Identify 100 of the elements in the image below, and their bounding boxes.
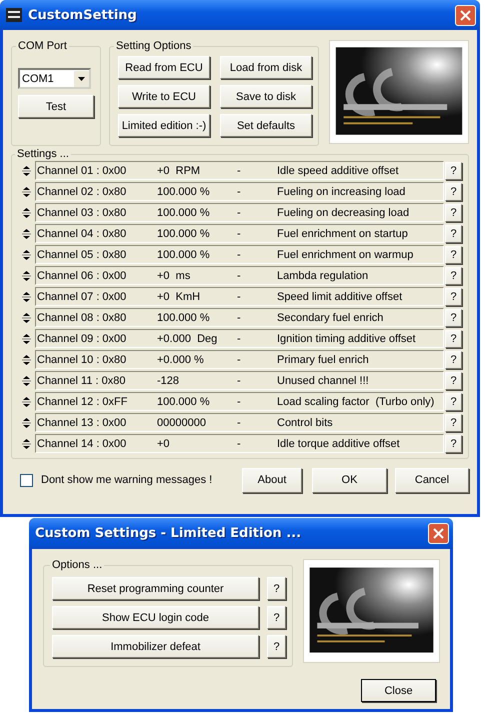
up-down-arrows-icon (22, 374, 30, 386)
close-dialog-button[interactable]: Close (361, 679, 436, 702)
help-button[interactable]: ? (445, 308, 462, 326)
up-down-arrows-icon (22, 396, 30, 408)
separator-text: - (237, 164, 242, 176)
channel-description: Secondary fuel enrich (277, 312, 384, 324)
help-button[interactable]: ? (267, 577, 286, 600)
channel-description: Fuel enrichment on warmup (277, 248, 414, 260)
help-button[interactable]: ? (445, 350, 462, 368)
group-label: Settings ... (16, 148, 70, 160)
channel-name: Channel 10 : 0x80 (37, 354, 128, 366)
channel-description: Fueling on decreasing load (277, 206, 410, 218)
help-button[interactable]: ? (445, 414, 462, 432)
close-icon (433, 528, 444, 539)
close-button[interactable] (455, 4, 476, 26)
com-port-dropdown[interactable]: COM1 (18, 68, 91, 89)
up-down-arrows-icon (22, 270, 30, 282)
separator-text: - (237, 228, 242, 240)
up-down-arrows-icon (22, 416, 30, 428)
help-button[interactable]: ? (267, 635, 286, 658)
channel-description: Idle torque additive offset (277, 438, 401, 450)
option-button[interactable]: Read from ECU (118, 56, 210, 79)
up-down-arrows-icon (22, 290, 30, 302)
ok-button[interactable]: OK (312, 468, 387, 492)
option-button[interactable]: Set defaults (220, 114, 312, 137)
channel-name: Channel 06 : 0x00 (37, 270, 128, 282)
separator-text: - (237, 186, 242, 198)
separator-text: - (237, 438, 242, 450)
test-button[interactable]: Test (18, 95, 94, 118)
close-button[interactable] (428, 523, 449, 544)
channel-description: Unused channel !!! (277, 374, 370, 386)
help-button[interactable]: ? (445, 372, 462, 390)
help-button[interactable]: ? (445, 266, 462, 284)
channel-description: Fuel enrichment on startup (277, 228, 409, 240)
channel-value: 100.000 % (157, 248, 211, 260)
about-button[interactable]: About (242, 468, 302, 492)
cancel-button[interactable]: Cancel (395, 468, 469, 492)
help-button[interactable]: ? (445, 182, 462, 200)
up-down-arrows-icon (22, 354, 30, 366)
channel-value: 100.000 % (157, 206, 211, 218)
channel-name: Channel 09 : 0x00 (37, 332, 128, 344)
up-down-arrows-icon (22, 438, 30, 450)
up-down-arrows-icon (22, 186, 30, 198)
channel-name: Channel 12 : 0xFF (37, 396, 128, 408)
channel-description: Load scaling factor (Turbo only) (277, 396, 436, 408)
channel-name: Channel 03 : 0x80 (37, 206, 128, 218)
help-button[interactable]: ? (445, 330, 462, 348)
channel-name: Channel 04 : 0x80 (37, 228, 128, 240)
channel-value: +0.000 Deg (157, 332, 218, 344)
option-button[interactable]: Write to ECU (118, 85, 210, 108)
channel-value: 100.000 % (157, 228, 211, 240)
channel-value: 100.000 % (157, 312, 211, 324)
option-button[interactable]: Limited edition :-) (118, 114, 210, 137)
channel-value: +0.000 % (157, 354, 205, 366)
up-down-arrows-icon (22, 164, 30, 176)
channel-name: Channel 01 : 0x00 (37, 164, 128, 176)
help-button[interactable]: ? (445, 204, 462, 222)
help-button[interactable]: ? (445, 224, 462, 242)
option-button[interactable]: Show ECU login code (52, 606, 259, 629)
up-down-arrows-icon (22, 206, 30, 218)
app-logo-icon (6, 8, 22, 22)
window-title: CustomSetting (28, 8, 138, 22)
checkbox-label: Dont show me warning messages ! (41, 474, 212, 486)
group-label: Setting Options (115, 40, 192, 52)
group-label: Options ... (51, 559, 104, 571)
separator-text: - (237, 374, 242, 386)
channel-description: Control bits (277, 416, 334, 428)
option-button[interactable]: Reset programming counter (52, 577, 259, 600)
option-button[interactable]: Save to disk (220, 85, 312, 108)
channel-description: Idle speed additive offset (277, 164, 400, 176)
help-button[interactable]: ? (267, 606, 286, 629)
warning-checkbox[interactable] (20, 474, 33, 486)
channel-description: Fueling on increasing load (277, 186, 406, 198)
channel-value: 100.000 % (157, 396, 211, 408)
separator-text: - (237, 396, 242, 408)
separator-text: - (237, 248, 242, 260)
option-button[interactable]: Immobilizer defeat (52, 635, 259, 658)
channel-name: Channel 07 : 0x00 (37, 290, 128, 302)
help-button[interactable]: ? (445, 288, 462, 306)
channel-description: Lambda regulation (277, 270, 370, 282)
channel-name: Channel 05 : 0x80 (37, 248, 128, 260)
window-title: Custom Settings - Limited Edition ... (35, 526, 302, 541)
channel-description: Ignition timing additive offset (277, 332, 417, 344)
option-button[interactable]: Load from disk (220, 56, 312, 79)
channel-value: +0 KmH (157, 290, 202, 302)
help-button[interactable]: ? (445, 434, 462, 452)
channel-name: Channel 11 : 0x80 (37, 374, 126, 386)
separator-text: - (237, 206, 242, 218)
help-button[interactable]: ? (445, 392, 462, 410)
help-button[interactable]: ? (445, 162, 462, 180)
separator-text: - (237, 270, 242, 282)
channel-name: Channel 08 : 0x80 (37, 312, 128, 324)
channel-value: +0 ms (157, 270, 192, 282)
channel-value: -128 (157, 374, 180, 386)
channel-description: Primary fuel enrich (277, 354, 370, 366)
help-button[interactable]: ? (445, 246, 462, 264)
separator-text: - (237, 354, 242, 366)
separator-text: - (237, 416, 242, 428)
channel-value: 100.000 % (157, 186, 211, 198)
up-down-arrows-icon (22, 332, 30, 344)
